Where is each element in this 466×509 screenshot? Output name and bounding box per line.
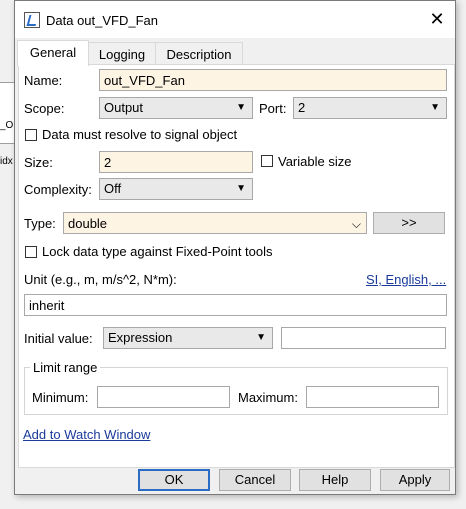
complexity-value: Off: [104, 181, 122, 196]
minimum-field[interactable]: [97, 386, 230, 408]
limit-range-title: Limit range: [30, 360, 101, 375]
tab-general[interactable]: General: [17, 40, 89, 66]
resolve-signal-label: Data must resolve to signal object: [42, 127, 238, 142]
app-icon: [24, 12, 40, 28]
add-to-watch-window-link[interactable]: Add to Watch Window: [23, 427, 150, 442]
initial-value-label: Initial value:: [24, 331, 93, 346]
data-type-assistant-button[interactable]: >>: [373, 212, 445, 234]
size-label: Size:: [24, 155, 53, 170]
unit-field[interactable]: inherit: [24, 294, 447, 316]
variable-size-label: Variable size: [278, 154, 352, 169]
initial-value-field[interactable]: [281, 327, 446, 349]
minimum-label: Minimum:: [32, 390, 89, 405]
port-label: Port:: [259, 101, 287, 116]
dropdown-arrow-icon: ▼: [430, 102, 440, 113]
title-bar: Data out_VFD_Fan ✕: [15, 1, 455, 38]
maximum-label: Maximum:: [238, 390, 298, 405]
port-value: 2: [298, 100, 306, 115]
dropdown-arrow-icon: ▼: [236, 102, 246, 113]
cancel-button[interactable]: Cancel: [219, 469, 291, 491]
type-value: double: [68, 216, 108, 231]
chevron-down-icon: ⌵: [351, 217, 361, 231]
initial-value-mode-dropdown[interactable]: Expression ▼: [103, 327, 273, 349]
scope-value: Output: [104, 100, 144, 115]
close-button[interactable]: ✕: [429, 10, 445, 28]
help-button[interactable]: Help: [299, 469, 371, 491]
general-panel: Name: out_VFD_Fan Scope: Output ▼ Port: …: [18, 64, 455, 468]
dropdown-arrow-icon: ▼: [236, 183, 246, 194]
name-label: Name:: [24, 73, 63, 88]
window-title: Data out_VFD_Fan: [46, 13, 159, 28]
resolve-signal-checkbox[interactable]: [25, 129, 37, 141]
ok-button[interactable]: OK: [138, 469, 210, 491]
scope-dropdown[interactable]: Output ▼: [99, 97, 253, 119]
data-properties-dialog: Data out_VFD_Fan ✕ General Logging Descr…: [14, 0, 456, 495]
tab-logging[interactable]: Logging: [87, 42, 157, 66]
complexity-dropdown[interactable]: Off ▼: [99, 178, 253, 200]
tab-description[interactable]: Description: [155, 42, 243, 66]
lock-data-type-label: Lock data type against Fixed-Point tools: [42, 244, 273, 259]
scope-label: Scope:: [24, 101, 65, 116]
port-dropdown[interactable]: 2 ▼: [293, 97, 447, 119]
apply-button[interactable]: Apply: [380, 469, 450, 491]
type-combo[interactable]: double ⌵: [63, 212, 367, 234]
type-label: Type:: [24, 216, 56, 231]
name-field[interactable]: out_VFD_Fan: [99, 69, 447, 91]
dialog-content: General Logging Description Name: out_VF…: [15, 38, 455, 494]
maximum-field[interactable]: [306, 386, 439, 408]
complexity-label: Complexity:: [24, 182, 92, 197]
variable-size-checkbox[interactable]: [261, 155, 273, 167]
initial-value-mode: Expression: [108, 330, 173, 345]
size-field[interactable]: 2: [99, 151, 253, 173]
unit-systems-link[interactable]: SI, English, ...: [366, 272, 446, 287]
lock-data-type-checkbox[interactable]: [25, 246, 37, 258]
dropdown-arrow-icon: ▼: [256, 332, 266, 343]
unit-label: Unit (e.g., m, m/s^2, N*m):: [24, 272, 177, 287]
